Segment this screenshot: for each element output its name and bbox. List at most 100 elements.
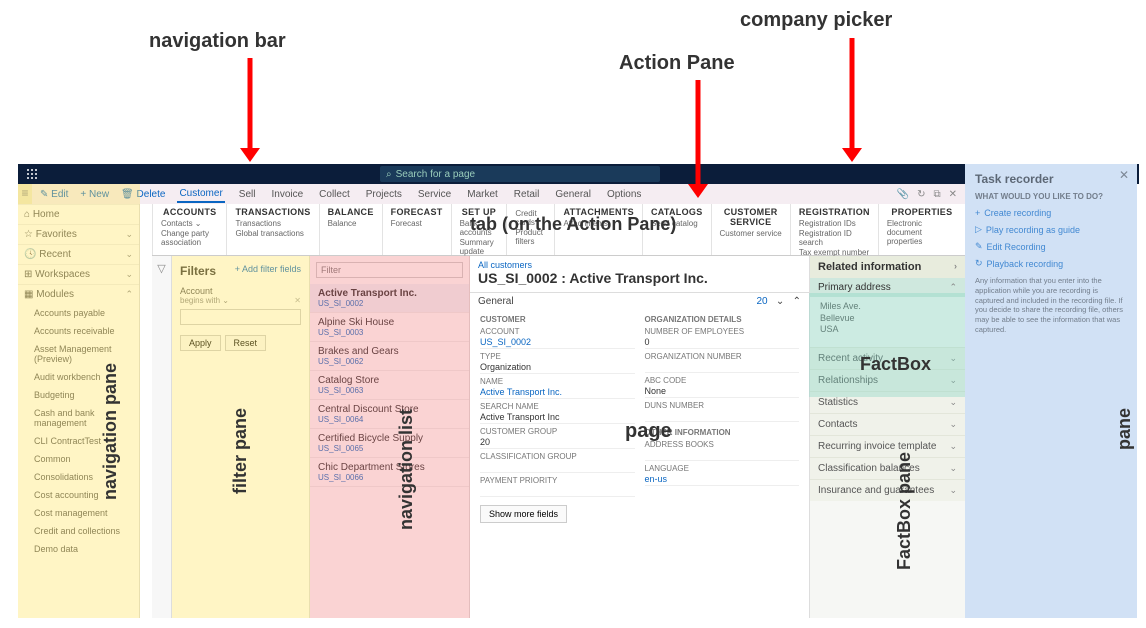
new-button[interactable]: + New [80,189,109,200]
field-value[interactable]: 0 [645,336,800,349]
breadcrumb[interactable]: All customers [470,256,809,270]
field-value[interactable]: US_SI_0002 [480,336,635,349]
tab-service[interactable]: Service [416,187,453,202]
field-value[interactable]: None [645,385,800,398]
tab-collect[interactable]: Collect [317,187,352,202]
close-icon[interactable]: ✕ [1119,168,1129,182]
show-more-button[interactable]: Show more fields [480,505,567,523]
field-value[interactable] [645,449,800,461]
factbox-section[interactable]: Recent activity⌄ [810,347,965,369]
module-item[interactable]: Accounts receivable [18,322,139,340]
group-action[interactable]: Transactions [235,219,310,228]
factbox-primary-address[interactable]: Primary address ⌃ [810,278,965,297]
group-action[interactable]: Bank accounts [460,219,499,237]
nav-favorites[interactable]: ☆ Favorites⌄ [18,224,139,244]
section-general[interactable]: General 20 ⌄ ⌃ [470,292,809,310]
action-pane-groups: ACCOUNTSContacts ⌄Change party associati… [152,204,965,256]
factbox-title[interactable]: Related information› [810,256,965,278]
edit-button[interactable]: ✎ Edit [40,189,68,200]
tab-sell[interactable]: Sell [237,187,258,202]
list-item[interactable]: Central Discount StoreUS_SI_0064 [310,400,469,429]
group-action[interactable]: Attachments [563,219,633,228]
group-action[interactable]: Contacts ⌄ [161,219,218,228]
tab-general[interactable]: General [553,187,593,202]
field-value[interactable]: en-us [645,473,800,486]
field-value[interactable]: Active Transport Inc [480,411,635,424]
group-action[interactable]: Customer service [720,229,782,238]
group-action[interactable]: Summary update [460,238,499,256]
group-action[interactable]: Global transactions [235,229,310,238]
refresh-icon[interactable]: ↻ [917,189,925,200]
filter-value-input[interactable] [180,309,301,325]
edit-recording-link[interactable]: ✎ Edit Recording [975,238,1127,255]
module-item[interactable]: Cost management [18,504,139,522]
reset-button[interactable]: Reset [225,335,267,351]
label-filter-pane: filter pane [230,408,251,494]
factbox-section[interactable]: Relationships⌄ [810,369,965,391]
tab-invoice[interactable]: Invoice [269,187,305,202]
play-recording-link[interactable]: ▷ Play recording as guide [975,221,1127,238]
filter-condition[interactable]: begins with ⌄ ✕ [180,296,301,305]
group-action[interactable]: Registration IDs [799,219,870,228]
list-filter-input[interactable] [316,262,463,278]
group-action[interactable]: Electronic document properties [887,219,957,246]
label-nav-pane: navigation pane [100,363,121,500]
taskpane-subtitle: WHAT WOULD YOU LIKE TO DO? [975,192,1127,201]
group-action[interactable]: Send catalog [651,219,703,228]
factbox-section[interactable]: Classification balances⌄ [810,457,965,479]
field-value[interactable] [480,485,635,497]
field-value[interactable]: Organization [480,361,635,374]
list-item[interactable]: Catalog StoreUS_SI_0063 [310,371,469,400]
factbox-section[interactable]: Recurring invoice template⌄ [810,435,965,457]
list-item[interactable]: Brakes and GearsUS_SI_0062 [310,342,469,371]
list-item[interactable]: Chic Department StoresUS_SI_0066 [310,458,469,487]
group-action[interactable]: Registration ID search [799,229,870,247]
module-item[interactable]: Demo data [18,540,139,558]
module-item[interactable]: Credit and collections [18,522,139,540]
delete-button[interactable]: 🗑 Delete [121,189,165,200]
group-action[interactable]: Forecast [391,219,443,228]
list-item[interactable]: Active Transport Inc.US_SI_0002 [310,284,469,313]
heading-org: ORGANIZATION DETAILS [645,315,800,324]
playback-recording-link[interactable]: ↻ Playback recording [975,255,1127,272]
field-value[interactable] [480,461,635,473]
field-value[interactable]: 20 [480,436,635,449]
list-item[interactable]: Certified Bicycle SupplyUS_SI_0065 [310,429,469,458]
group-action[interactable]: Balance [328,219,374,228]
popout-icon[interactable]: ⧉ [933,189,940,200]
attach-icon[interactable]: 📎 [897,189,909,200]
factbox-section[interactable]: Contacts⌄ [810,413,965,435]
field-value[interactable]: Active Transport Inc. [480,386,635,399]
annotation-nav-bar: navigation bar [149,30,286,53]
group-action[interactable]: Product filters [515,228,546,246]
list-item[interactable]: Alpine Ski HouseUS_SI_0003 [310,313,469,342]
tab-customer[interactable]: Customer [177,186,224,203]
field-value[interactable] [645,410,800,422]
nav-recent[interactable]: 🕓 Recent⌄ [18,244,139,264]
group-action[interactable]: Change party association [161,229,218,247]
apply-button[interactable]: Apply [180,335,221,351]
module-item[interactable]: Accounts payable [18,304,139,322]
nav-toggle[interactable]: ≡ [18,184,32,204]
factbox-section[interactable]: Insurance and guarantees⌄ [810,479,965,501]
tab-options[interactable]: Options [605,187,643,202]
create-recording-link[interactable]: + Create recording [975,205,1127,221]
nav-workspaces[interactable]: ⊞ Workspaces⌄ [18,264,139,284]
label-nav-list: navigation list [396,409,417,530]
add-filter-link[interactable]: + Add filter fields [235,264,301,274]
label-factbox-pane: FactBox pane [894,452,915,570]
nav-home[interactable]: ⌂ Home [18,204,139,224]
field-value[interactable] [645,361,800,373]
close-icon[interactable]: ✕ [949,189,957,200]
tab-market[interactable]: Market [465,187,500,202]
filter-toggle[interactable]: ▽ [152,256,172,618]
waffle-icon[interactable] [26,168,38,180]
page-title: US_SI_0002 : Active Transport Inc. [470,270,809,292]
tab-retail[interactable]: Retail [512,187,542,202]
nav-modules[interactable]: ▦ Modules⌃ [18,284,139,304]
group-action[interactable]: Credit cards [515,209,546,227]
tab-projects[interactable]: Projects [364,187,404,202]
navigation-pane: ⌂ Home ☆ Favorites⌄ 🕓 Recent⌄ ⊞ Workspac… [18,204,140,618]
factbox-section[interactable]: Statistics⌄ [810,391,965,413]
global-search[interactable]: ⌕ Search for a page [380,166,660,182]
